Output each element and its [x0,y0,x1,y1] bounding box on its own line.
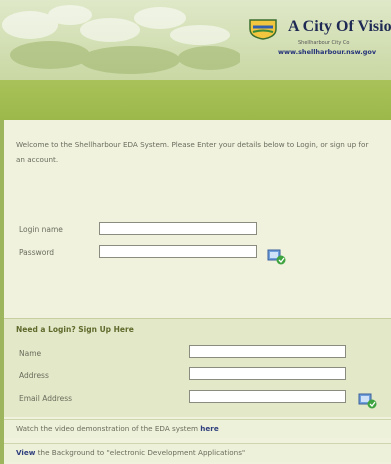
signup-heading: Need a Login? Sign Up Here [16,325,134,334]
password-input[interactable] [99,245,257,258]
nav-bar [0,80,391,120]
demo-line: Watch the video demonstration of the EDA… [16,424,219,433]
login-name-label: Login name [19,225,63,234]
signup-go-icon[interactable] [358,393,377,409]
background-line: View the Background to "electronic Devel… [16,448,245,457]
view-background-link[interactable]: View [16,448,35,457]
demo-text: Watch the video demonstration of the EDA… [16,424,198,433]
signup-email-label: Email Address [19,394,73,403]
brand-url: www.shellharbour.nsw.gov [278,48,377,56]
welcome-text: Welcome to the Shellharbour EDA System. … [16,140,369,164]
background-text: the Background to "electronic Developmen… [37,448,246,457]
signup-name-label: Name [19,349,42,358]
signup-address-label: Address [19,371,49,380]
login-name-input[interactable] [99,222,257,235]
password-label: Password [19,248,55,257]
palm-foliage-graphic [2,5,240,74]
demo-here-link[interactable]: here [200,424,218,433]
brand-title: A City Of Visio [288,18,391,35]
header-banner: A City Of Visio Shellharbour City Co www… [0,0,391,80]
shield-emblem-icon [249,19,277,40]
signup-email-input[interactable] [189,390,346,403]
login-go-icon[interactable] [267,249,286,265]
city-logo[interactable]: A City Of Visio Shellharbour City Co www… [240,8,391,68]
signup-address-input[interactable] [189,367,346,380]
brand-subtitle: Shellharbour City Co [298,40,350,46]
signup-name-input[interactable] [189,345,346,358]
